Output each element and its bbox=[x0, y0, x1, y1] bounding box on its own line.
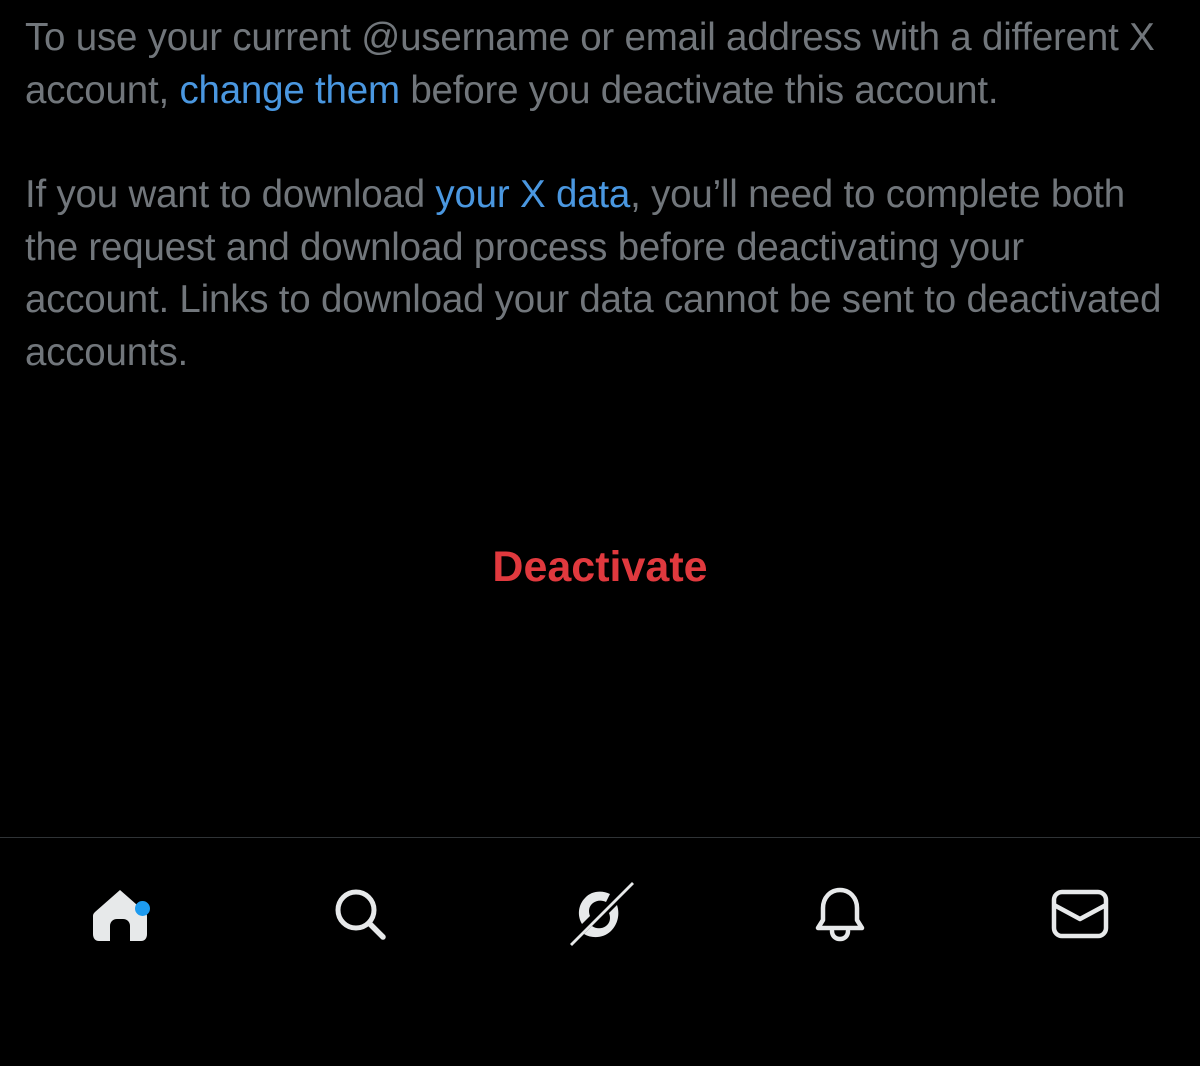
tab-search[interactable] bbox=[320, 874, 400, 954]
deactivate-info: To use your current @username or email a… bbox=[25, 12, 1175, 379]
home-notification-badge bbox=[135, 901, 150, 916]
your-x-data-link[interactable]: your X data bbox=[435, 173, 630, 216]
tab-notifications[interactable] bbox=[800, 874, 880, 954]
tab-home[interactable] bbox=[80, 874, 160, 954]
bell-icon bbox=[810, 884, 870, 944]
tab-messages[interactable] bbox=[1040, 874, 1120, 954]
search-icon bbox=[330, 884, 390, 944]
download-data-text-start: If you want to download bbox=[25, 173, 436, 216]
mail-icon bbox=[1049, 883, 1111, 945]
deactivate-button[interactable]: Deactivate bbox=[0, 536, 1200, 598]
change-them-link[interactable]: change them bbox=[179, 69, 400, 112]
username-email-info: To use your current @username or email a… bbox=[25, 12, 1175, 117]
bottom-tab-bar bbox=[0, 837, 1200, 1066]
username-email-text-end: before you deactivate this account. bbox=[399, 68, 999, 112]
tab-grok[interactable] bbox=[560, 874, 640, 954]
grok-icon bbox=[564, 878, 636, 950]
download-data-info: If you want to download your X data, you… bbox=[25, 169, 1175, 379]
